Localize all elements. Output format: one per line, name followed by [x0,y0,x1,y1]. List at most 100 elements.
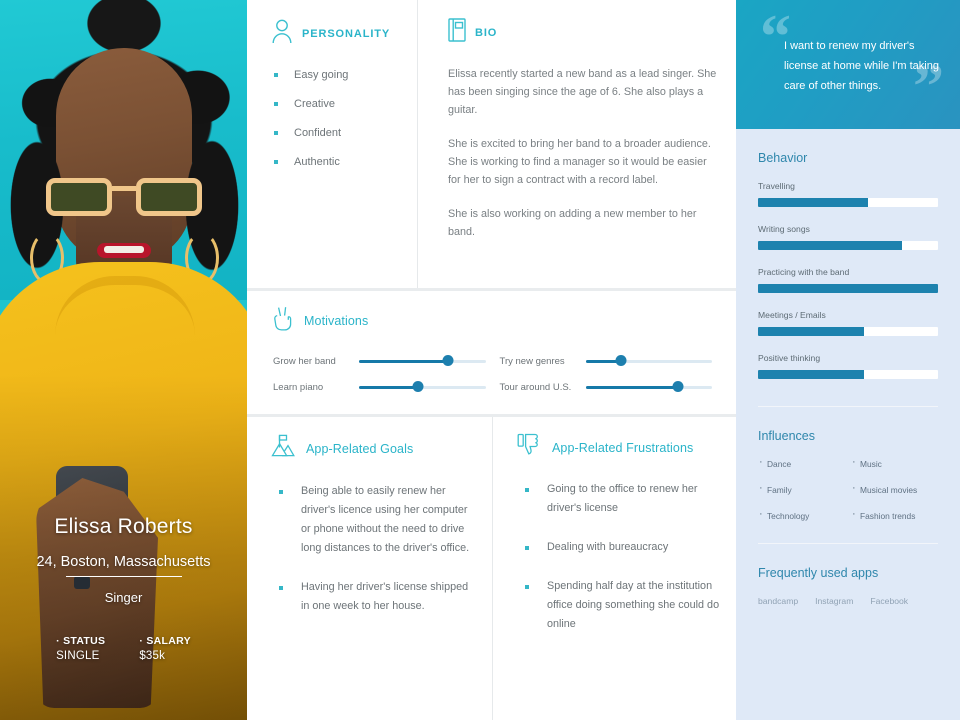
frustrations-list: Going to the office to renew her driver'… [517,480,722,634]
progress-bar-fill [758,370,865,379]
persona-facts: · STATUS SINGLE · SALARY $35k [12,635,235,662]
fact-status: · STATUS SINGLE [56,635,105,662]
list-item: Having her driver's license shipped in o… [271,578,476,616]
behavior-label: Practicing with the band [758,267,850,277]
behavior-meetings-emails: Meetings / Emails [758,310,938,336]
motivation-tour-around-us[interactable]: Tour around U.S. [499,380,712,394]
fact-status-label: · STATUS [56,635,106,647]
progress-bar [758,198,938,207]
motivations-sliders: Grow her band Try new genres Learn piano… [247,354,736,394]
right-sidebar: “ ” I want to renew my driver's license … [736,0,960,720]
persona-quote-card: “ ” I want to renew my driver's license … [736,0,960,129]
list-item: Spending half day at the institution off… [517,577,722,634]
list-item: Confident [271,125,403,141]
slider-thumb[interactable] [442,355,454,366]
slider[interactable] [359,380,486,394]
behavior-label: Meetings / Emails [758,310,826,320]
list-item: Technology [758,508,845,521]
bio-header: BIO [448,18,720,47]
motivations-card: Motivations Grow her band Try new genres [247,291,736,414]
slider-thumb[interactable] [615,355,627,366]
goals-frustrations-row: App-Related Goals Being able to easily r… [247,417,736,720]
bio-paragraph: Elissa recently started a new band as a … [448,68,717,116]
list-item: Family [758,482,845,495]
behavior-title: Behavior [758,151,808,165]
motivation-label: Grow her band [273,355,336,367]
behavior-label: Positive thinking [758,353,821,363]
persona-name: Elissa Roberts [54,515,193,538]
behavior-label: Travelling [758,181,795,191]
progress-bar-fill [758,241,902,250]
frequently-used-apps-section: Frequently used apps bandcamp Instagram … [736,544,960,606]
slider[interactable] [585,380,712,394]
behavior-writing-songs: Writing songs [758,224,938,250]
persona-occupation: Singer [104,590,143,605]
progress-bar-fill [758,198,868,207]
motivation-label: Learn piano [273,381,324,393]
motivations-header: Motivations [247,305,736,336]
bio-card: BIO Elissa recently started a new band a… [417,0,736,288]
motivation-label: Try new genres [499,355,565,367]
motivation-grow-her-band[interactable]: Grow her band [273,354,486,368]
behavior-section: Behavior Travelling Writing songs Practi… [736,129,960,396]
list-item: Easy going [271,67,403,83]
app-instagram[interactable]: Instagram [815,596,853,606]
app-facebook[interactable]: Facebook [870,596,908,606]
name-divider [65,576,182,577]
goals-list: Being able to easily renew her driver's … [271,482,476,616]
behavior-label: Writing songs [758,224,810,234]
progress-bar-fill [758,327,865,336]
apps-list: bandcamp Instagram Facebook [758,596,938,606]
slider[interactable] [585,354,712,368]
behavior-practicing-with-the-band: Practicing with the band [758,267,938,293]
quote-text: I want to renew my driver's license at h… [784,40,939,92]
bio-paragraph: She is also working on adding a new memb… [448,208,697,238]
slider-fill [359,359,448,363]
motivation-try-new-genres[interactable]: Try new genres [499,354,712,368]
progress-bar [758,241,938,250]
list-item: Going to the office to renew her driver'… [517,480,722,518]
book-icon [448,18,466,47]
list-item: Authentic [271,154,403,170]
peace-hand-icon [273,305,295,336]
motivation-label: Tour around U.S. [499,381,572,393]
goals-header: App-Related Goals [271,433,476,464]
slider-thumb[interactable] [672,381,684,392]
personality-traits-list: Easy going Creative Confident Authentic [271,67,403,170]
app-related-goals-card: App-Related Goals Being able to easily r… [247,417,492,720]
persona-photo-panel: Elissa Roberts 24, Boston, Massachusetts… [0,0,247,720]
list-item: Music [851,456,938,469]
progress-bar-fill [758,284,938,293]
goals-title: App-Related Goals [306,441,414,456]
fact-salary-value: $35k [139,650,166,662]
list-item: Dance [758,456,845,469]
slider[interactable] [359,354,486,368]
frustrations-title: App-Related Frustrations [552,440,694,455]
list-item: Creative [271,96,403,112]
personality-card: PERSONALITY Easy going Creative Confiden… [247,0,417,288]
behavior-positive-thinking: Positive thinking [758,353,938,379]
personality-header: PERSONALITY [271,18,403,49]
personality-title: PERSONALITY [302,27,391,40]
influences-title: Influences [758,429,815,443]
list-item: Dealing with bureaucracy [517,538,722,557]
progress-bar [758,284,938,293]
app-bandcamp[interactable]: bandcamp [758,596,798,606]
thumbs-down-icon [517,433,543,462]
list-item: Fashion trends [851,508,938,521]
slider-thumb[interactable] [412,381,424,392]
persona-sheet: Elissa Roberts 24, Boston, Massachusetts… [0,0,960,720]
app-related-frustrations-card: App-Related Frustrations Going to the of… [492,417,736,720]
list-item: Musical movies [851,482,938,495]
progress-bar [758,370,938,379]
motivation-learn-piano[interactable]: Learn piano [273,380,486,394]
influences-section: Influences Dance Music Family Musical mo… [736,407,960,521]
fact-salary: · SALARY $35k [139,635,191,662]
center-column: PERSONALITY Easy going Creative Confiden… [247,0,736,720]
slider-fill [585,385,678,389]
bio-title: BIO [475,26,498,39]
fact-salary-label: · SALARY [139,635,191,647]
influences-list: Dance Music Family Musical movies Techno… [758,456,938,521]
progress-bar [758,327,938,336]
mountain-flag-icon [271,433,297,464]
